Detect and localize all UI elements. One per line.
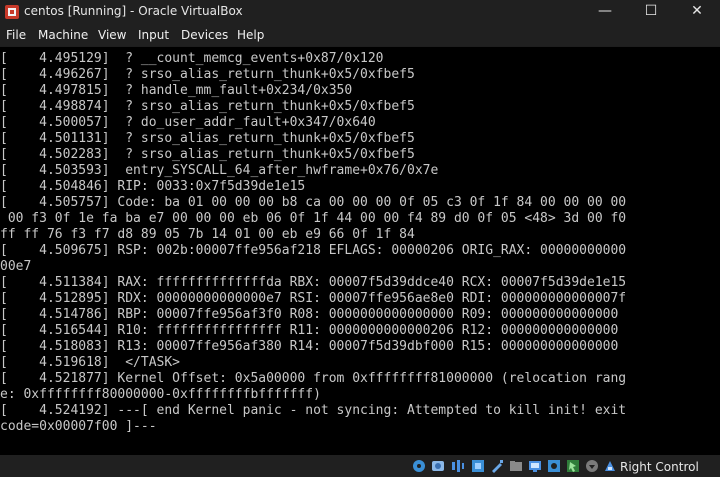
console-line: [ 4.521877] Kernel Offset: 0x5a00000 fro… <box>0 371 627 386</box>
keyboard-icon[interactable] <box>603 459 617 473</box>
console-line: [ 4.504846] RIP: 0033:0x7f5d39de1e15 <box>0 179 306 194</box>
vm-console-screen[interactable]: [ 4.495129] ? __count_memcg_events+0x87/… <box>0 47 720 455</box>
arrow-down-icon[interactable] <box>585 459 599 473</box>
shared-folder-icon[interactable] <box>509 459 523 473</box>
console-line: [ 4.497815] ? handle_mm_fault+0x234/0x35… <box>0 83 353 98</box>
console-line: [ 4.501131] ? srso_alias_return_thunk+0x… <box>0 131 415 146</box>
console-line: e: 0xffffffff80000000-0xffffffffbfffffff… <box>0 387 321 402</box>
menu-help[interactable]: Help <box>237 28 264 42</box>
menu-input[interactable]: Input <box>138 28 169 42</box>
console-line: [ 4.500057] ? do_user_addr_fault+0x347/0… <box>0 115 376 130</box>
console-line: [ 4.524192] ---[ end Kernel panic - not … <box>0 403 627 418</box>
maximize-button[interactable]: ☐ <box>628 0 674 24</box>
status-bar: Right Control <box>0 455 720 477</box>
menu-bar: File Machine View Input Devices Help <box>0 24 720 46</box>
minimize-button[interactable]: — <box>582 0 628 24</box>
console-line: ff ff 76 f3 f7 d8 89 05 7b 14 01 00 eb e… <box>0 227 415 242</box>
console-line: [ 4.518083] R13: 00007ffe956af380 R14: 0… <box>0 339 619 354</box>
audio-icon[interactable] <box>451 459 465 473</box>
console-line: [ 4.502283] ? srso_alias_return_thunk+0x… <box>0 147 415 162</box>
title-bar: centos [Running] - Oracle VirtualBox — ☐… <box>0 0 720 24</box>
optical-drive-icon[interactable] <box>412 459 426 473</box>
mouse-integration-icon[interactable] <box>566 459 580 473</box>
console-line: [ 4.519618] </TASK> <box>0 355 181 370</box>
console-line: [ 4.503593] entry_SYSCALL_64_after_hwfra… <box>0 163 439 178</box>
console-line: 00e7 <box>0 259 32 274</box>
console-line: [ 4.514786] RBP: 00007ffe956af3f0 R08: 0… <box>0 307 619 322</box>
recording-icon[interactable] <box>547 459 561 473</box>
host-key-label: Right Control <box>620 460 699 474</box>
console-line: code=0x00007f00 ]--- <box>0 419 157 434</box>
console-line: [ 4.495129] ? __count_memcg_events+0x87/… <box>0 51 384 66</box>
hard-disk-icon[interactable] <box>431 459 445 473</box>
console-line: 00 f3 0f 1e fa ba e7 00 00 00 eb 06 0f 1… <box>0 211 627 226</box>
console-line: [ 4.505757] Code: ba 01 00 00 00 b8 ca 0… <box>0 195 627 210</box>
usb-icon[interactable] <box>490 459 504 473</box>
console-line: [ 4.512895] RDX: 00000000000000e7 RSI: 0… <box>0 291 627 306</box>
menu-devices[interactable]: Devices <box>181 28 228 42</box>
console-line: [ 4.496267] ? srso_alias_return_thunk+0x… <box>0 67 415 82</box>
menu-machine[interactable]: Machine <box>38 28 88 42</box>
display-icon[interactable] <box>528 459 542 473</box>
console-line: [ 4.498874] ? srso_alias_return_thunk+0x… <box>0 99 415 114</box>
console-line: [ 4.511384] RAX: ffffffffffffffda RBX: 0… <box>0 275 627 290</box>
menu-file[interactable]: File <box>6 28 26 42</box>
menu-view[interactable]: View <box>98 28 126 42</box>
network-icon[interactable] <box>471 459 485 473</box>
console-line: [ 4.516544] R10: ffffffffffffffff R11: 0… <box>0 323 619 338</box>
window-title: centos [Running] - Oracle VirtualBox <box>24 4 243 18</box>
close-button[interactable]: ✕ <box>674 0 720 24</box>
console-line: [ 4.509675] RSP: 002b:00007ffe956af218 E… <box>0 243 627 258</box>
virtualbox-app-icon <box>5 5 19 19</box>
